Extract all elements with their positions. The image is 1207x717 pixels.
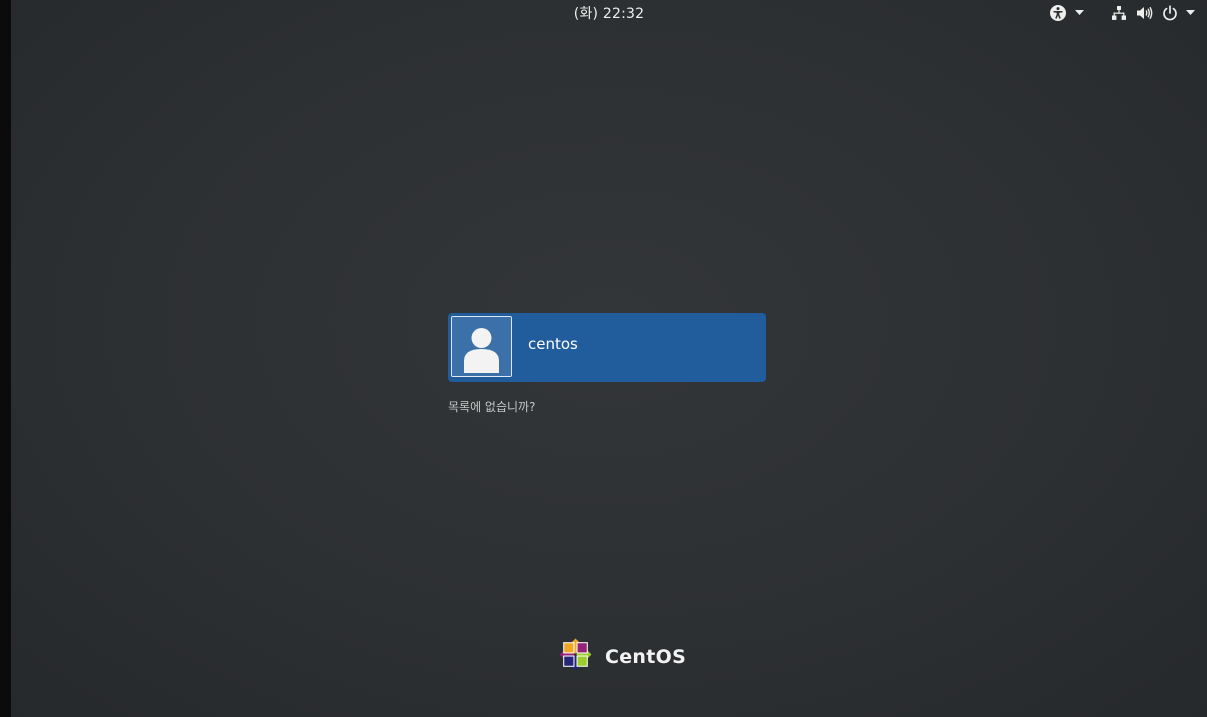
- system-menu[interactable]: [1111, 3, 1195, 23]
- accessibility-icon: [1049, 4, 1067, 22]
- not-listed-link[interactable]: 목록에 없습니까?: [448, 398, 535, 415]
- screen-border: [0, 0, 11, 717]
- login-screen: (화) 22:32 centos 목록에 없습니까? CentOS: [11, 0, 1207, 717]
- user-avatar-icon: [451, 316, 512, 377]
- logo-text: CentOS: [605, 645, 687, 668]
- centos-logo-icon: [555, 634, 596, 679]
- user-list-item-centos[interactable]: centos: [448, 313, 766, 382]
- volume-icon: [1136, 5, 1153, 21]
- username-label: centos: [528, 335, 578, 353]
- chevron-down-icon: [1075, 10, 1084, 16]
- accessibility-menu[interactable]: [1049, 3, 1084, 23]
- chevron-down-icon: [1186, 10, 1195, 16]
- clock[interactable]: (화) 22:32: [11, 3, 1207, 23]
- top-bar: (화) 22:32: [11, 0, 1207, 26]
- power-icon: [1162, 5, 1178, 21]
- network-icon: [1111, 5, 1127, 21]
- centos-logo: CentOS: [555, 634, 686, 679]
